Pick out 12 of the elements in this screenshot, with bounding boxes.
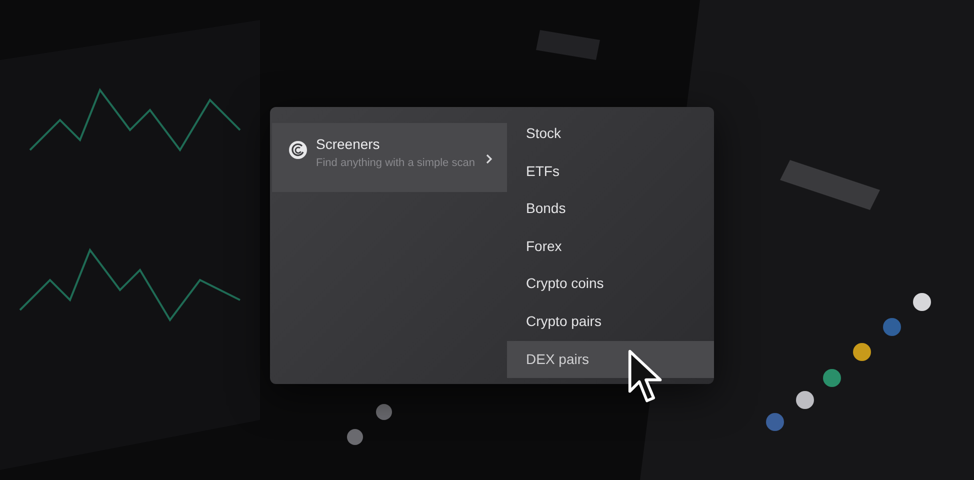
menu-item[interactable]: Crypto coins: [507, 265, 714, 303]
menu-item[interactable]: Forex: [507, 228, 714, 266]
menu-item[interactable]: Bonds: [507, 190, 714, 228]
screener-icon: [288, 140, 308, 160]
chevron-right-icon: [485, 153, 493, 165]
menu-category[interactable]: Screeners Find anything with a simple scan: [272, 123, 507, 192]
menu-item[interactable]: Stock: [507, 115, 714, 153]
menu-item[interactable]: DEX pairs: [507, 340, 714, 378]
category-title: Screeners: [316, 135, 381, 154]
category-description: Find anything with a simple scan: [316, 156, 476, 170]
menu-item[interactable]: Crypto pairs: [507, 302, 714, 341]
menu-item[interactable]: ETFs: [507, 152, 714, 190]
